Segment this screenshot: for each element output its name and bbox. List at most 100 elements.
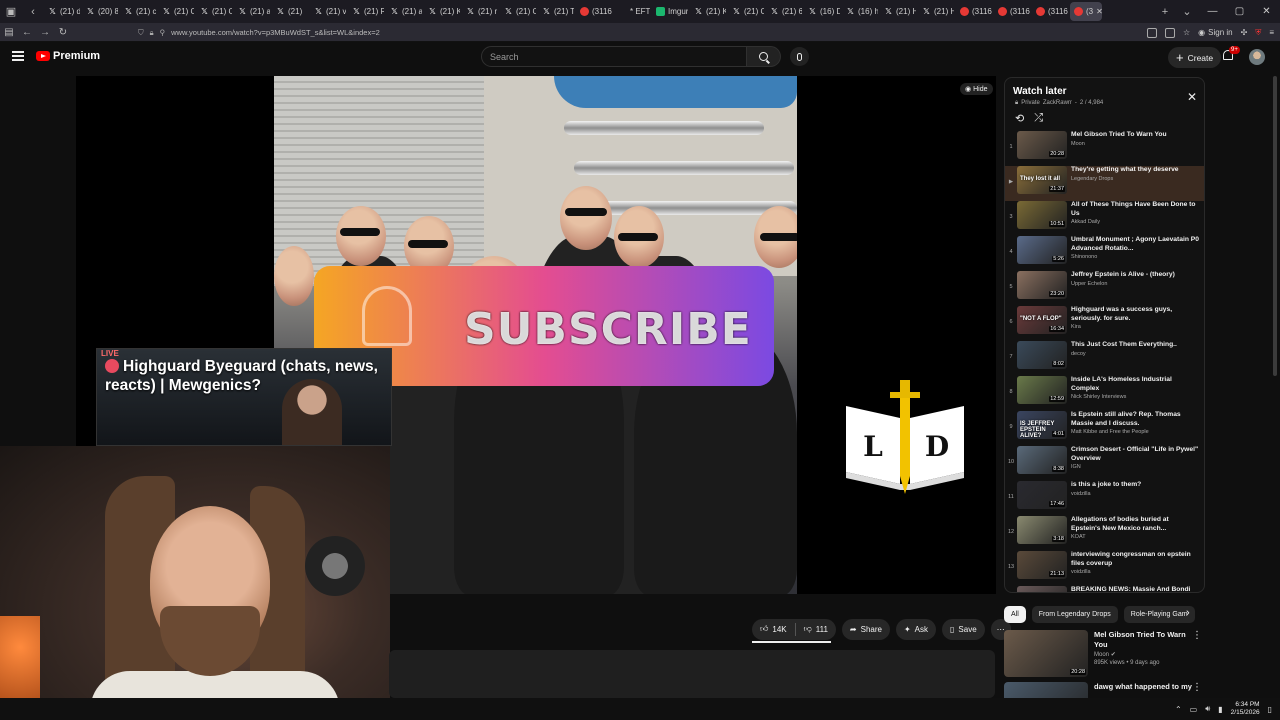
browser-tab[interactable]: 𝕏 (21) H <box>918 2 954 21</box>
ask-button[interactable]: ✦ Ask <box>895 618 937 640</box>
playlist-item-thumbnail[interactable]: 8:38 <box>1017 446 1067 474</box>
picture-in-picture-icon[interactable] <box>1147 27 1157 38</box>
playlist-item-channel[interactable]: voidzilla <box>1071 569 1199 575</box>
playlist-item[interactable]: 13 21:13 interviewing congressman on epste… <box>1005 551 1204 586</box>
tray-chevron-icon[interactable]: ⌃ <box>1175 705 1182 714</box>
search-button[interactable] <box>747 46 781 67</box>
playlist-item[interactable]: 10 8:38 Crimson Desert - Official "Life in… <box>1005 446 1204 481</box>
playlist-item-thumbnail[interactable]: 5:26 <box>1017 236 1067 264</box>
guide-menu-icon[interactable] <box>12 51 24 61</box>
browser-tab[interactable]: 𝕏 (21) R <box>348 2 384 21</box>
sidebar-toggle-icon[interactable]: ▤ <box>0 27 18 38</box>
shield-icon[interactable]: ⛉ <box>138 28 144 38</box>
description-box[interactable] <box>389 650 995 698</box>
playlist-item-title[interactable]: Mel Gibson Tried To Warn You <box>1071 131 1199 140</box>
playlist-item-thumbnail[interactable]: 8:02 <box>1017 341 1067 369</box>
browser-tab[interactable]: 𝕏 (21) 6 <box>766 2 802 21</box>
playlist-item-channel[interactable]: Nick Shirley Interviews <box>1071 394 1199 400</box>
playlist-item-channel[interactable]: decoy <box>1071 351 1199 357</box>
playlist-title[interactable]: Watch later <box>1013 86 1067 97</box>
browser-tab[interactable]: (3116 <box>1032 2 1068 21</box>
close-tab-icon[interactable]: ✕ <box>1096 7 1102 16</box>
playlist-item-thumbnail[interactable]: 3:18 <box>1017 516 1067 544</box>
address-bar[interactable]: ⛉ 🔒︎ ⚲ www.youtube.com/watch?v=p3MBuWdST… <box>134 25 1134 40</box>
browser-tab[interactable]: (3116 <box>576 2 612 21</box>
browser-tab[interactable]: 𝕏 (21) r <box>462 2 498 21</box>
chevron-right-icon[interactable]: › <box>1186 607 1190 619</box>
tab-list-icon[interactable]: ⌄ <box>1176 5 1198 18</box>
playlist-item[interactable]: 6 "NOT A FLOP" 16:34 Highguard was a succes… <box>1005 306 1204 341</box>
playlist-item-thumbnail[interactable]: IS JEFFREY EPSTEIN ALIVE? 4:01 <box>1017 411 1067 439</box>
loop-icon[interactable]: ⟲ <box>1015 112 1024 125</box>
voice-search-button[interactable] <box>790 47 809 66</box>
playlist-item-thumbnail[interactable]: They lost it all 21:37 <box>1017 166 1067 194</box>
playlist-item[interactable]: 3 10:51 All of These Things Have Been Done… <box>1005 201 1204 236</box>
browser-tab[interactable]: (3116 <box>994 2 1030 21</box>
minimize-icon[interactable]: — <box>1199 6 1226 17</box>
playlist-item-title[interactable]: Allegations of bodies buried at Epstein'… <box>1071 516 1199 533</box>
reload-icon[interactable]: ↻ <box>54 27 72 38</box>
playlist-item[interactable]: 1 20:28 Mel Gibson Tried To Warn You Moon <box>1005 131 1204 166</box>
extensions-icon[interactable]: ✣ <box>1241 28 1248 37</box>
reader-view-icon[interactable] <box>1165 27 1175 38</box>
playlist-item-channel[interactable]: KOAT <box>1071 534 1199 540</box>
playlist-item-title[interactable]: interviewing congressman on epstein file… <box>1071 551 1199 568</box>
playlist-item[interactable]: 14BREAKING NEWS: Massie And Bondi Have S… <box>1005 586 1204 592</box>
browser-tab[interactable]: 𝕏 (21) C <box>728 2 764 21</box>
browser-tab[interactable]: 𝕏 (21) C <box>158 2 194 21</box>
back-icon[interactable]: ← <box>18 27 36 38</box>
youtube-premium-logo[interactable]: Premium <box>36 50 100 62</box>
clock[interactable]: 6:34 PM 2/15/2026 <box>1231 701 1260 717</box>
browser-tab[interactable]: 𝕏 (21) v <box>310 2 346 21</box>
filter-chip[interactable]: All <box>1004 605 1026 623</box>
playlist-item-thumbnail[interactable]: 20:28 <box>1017 131 1067 159</box>
browser-tab[interactable]: 𝕏 (21) K <box>690 2 726 21</box>
playlist-item[interactable]: 5 23:20 Jeffrey Epstein is Alive - (theory… <box>1005 271 1204 306</box>
permissions-icon[interactable]: ⚲ <box>160 28 166 37</box>
shuffle-icon[interactable]: ⤮ <box>1034 112 1043 125</box>
recommendation-title[interactable]: Mel Gibson Tried To Warn You <box>1094 630 1198 649</box>
new-tab-icon[interactable]: + <box>1154 6 1176 18</box>
playlist-item[interactable]: 9 IS JEFFREY EPSTEIN ALIVE? 4:01 Is Epstein… <box>1005 411 1204 446</box>
page-scrollbar[interactable] <box>1272 76 1278 696</box>
browser-tab[interactable]: (3 ✕ <box>1070 2 1102 21</box>
playlist-item-channel[interactable]: voidzilla <box>1071 491 1199 497</box>
like-button[interactable]: 👍︎ 14K <box>752 619 795 640</box>
playlist-item-thumbnail[interactable]: 21:13 <box>1017 551 1067 579</box>
playlist-owner[interactable]: ZackRawrr <box>1043 100 1072 107</box>
recommendation-title[interactable]: dawg what happened to my <box>1094 682 1198 692</box>
browser-tab[interactable]: 𝕏 (21) C <box>196 2 232 21</box>
browser-tab[interactable]: 𝕏 (16) h <box>842 2 878 21</box>
playlist-item-title[interactable]: Is Epstein still alive? Rep. Thomas Mass… <box>1071 411 1199 428</box>
browser-tab[interactable]: 𝕏 (21) a <box>234 2 270 21</box>
browser-tab[interactable]: 𝕏 (21) d <box>44 2 80 21</box>
share-button[interactable]: ➦ Share <box>841 618 890 640</box>
avatar[interactable] <box>1249 49 1265 65</box>
playlist-item-title[interactable]: is this a joke to them? <box>1071 481 1199 490</box>
close-playlist-icon[interactable]: ✕ <box>1187 90 1197 104</box>
app-menu-icon[interactable]: ≡ <box>1269 28 1274 37</box>
save-button[interactable]: ▯ Save <box>942 618 985 640</box>
dislike-button[interactable]: 👎︎ 111 <box>796 619 836 640</box>
more-options-icon[interactable]: ⋮ <box>1192 630 1202 641</box>
hide-button[interactable]: ◉ Hide <box>960 83 993 95</box>
playlist-item[interactable]: 7 8:02 This Just Cost Them Everything.. dec… <box>1005 341 1204 376</box>
playlist-item[interactable]: ▶ They lost it all 21:37 They're getting wh… <box>1005 166 1204 201</box>
playlist-item-thumbnail[interactable]: 10:51 <box>1017 201 1067 229</box>
browser-tab[interactable]: 𝕏 (21) T <box>538 2 574 21</box>
battery-icon[interactable]: ▮ <box>1218 705 1222 714</box>
lock-icon[interactable]: 🔒︎ <box>150 28 154 38</box>
playlist-item-title[interactable]: Crimson Desert - Official "Life in Pywel… <box>1071 446 1199 463</box>
playlist-item[interactable]: 12 3:18 Allegations of bodies buried at Ep… <box>1005 516 1204 551</box>
browser-menu-icon[interactable]: ▣ <box>0 0 22 23</box>
browser-tab[interactable]: (3116 <box>956 2 992 21</box>
recommendation-item[interactable]: 20:28 Mel Gibson Tried To Warn You Moon ✔ 8… <box>1004 630 1204 677</box>
playlist-item-channel[interactable]: Moon <box>1071 141 1199 147</box>
playlist-item-channel[interactable]: Matt Kibbe and Free the People <box>1071 429 1199 435</box>
browser-tab[interactable]: 𝕏 (21) H <box>880 2 916 21</box>
playlist-item-thumbnail[interactable]: 23:20 <box>1017 271 1067 299</box>
playlist-item-title[interactable]: This Just Cost Them Everything.. <box>1071 341 1199 350</box>
playlist-item-thumbnail[interactable] <box>1017 586 1067 592</box>
playlist-item[interactable]: 11 17:46 is this a joke to them? voidzilla <box>1005 481 1204 516</box>
playlist-item[interactable]: 8 12:59 Inside LA's Homeless Industrial Co… <box>1005 376 1204 411</box>
